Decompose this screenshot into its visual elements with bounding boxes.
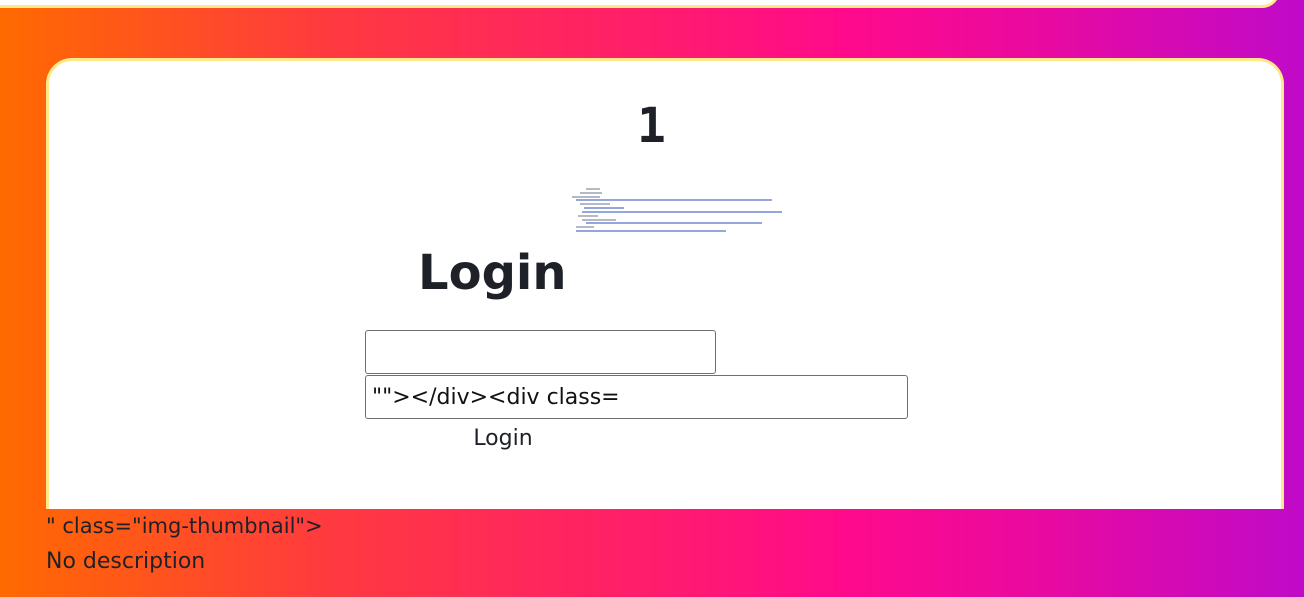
post-description: No description	[46, 549, 206, 574]
code-thumbnail-image	[562, 186, 782, 236]
login-button[interactable]: Login	[466, 423, 540, 453]
post-counter: 1	[637, 98, 667, 154]
top-bar	[0, 0, 1280, 8]
login-heading: Login	[418, 245, 567, 301]
password-input[interactable]	[365, 375, 908, 419]
username-input[interactable]	[365, 330, 716, 374]
leaked-markup-text: " class="img-thumbnail">	[46, 514, 323, 538]
